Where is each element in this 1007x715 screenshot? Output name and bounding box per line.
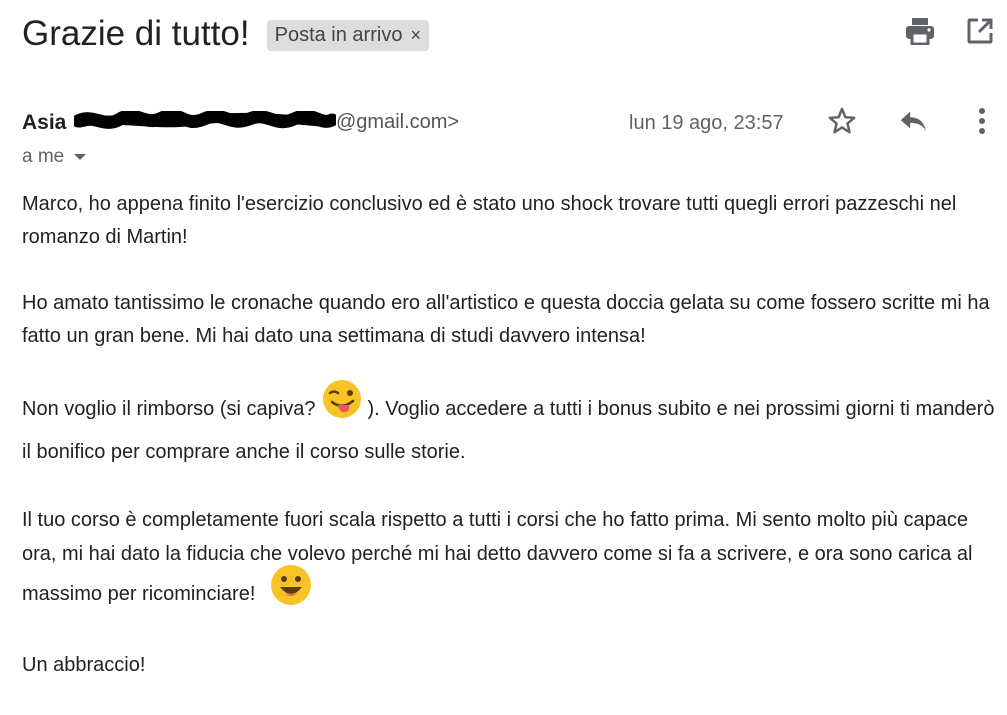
message-date: lun 19 ago, 23:57 <box>629 112 784 134</box>
label-chip-text: Posta in arrivo <box>274 23 403 46</box>
redaction-scribble <box>74 111 336 129</box>
message-paragraph-3-start: Non voglio il rimborso (si capiva? <box>22 397 316 420</box>
label-chip-inbox[interactable]: Posta in arrivo × <box>266 20 429 51</box>
message-paragraph-5: Un abbraccio! <box>22 654 146 676</box>
winking-tongue-emoji-icon <box>321 378 363 433</box>
message-paragraph-4: Il tuo corso è completamente fuori scala… <box>22 503 1007 618</box>
message-paragraph-4-text: Il tuo corso è completamente fuori scala… <box>22 509 973 605</box>
sender-row: Asia @gmail.com> lun 19 ago, 23:57 <box>22 106 1007 140</box>
message-paragraph-1: Marco, ho appena finito l'esercizio conc… <box>22 193 957 248</box>
smiling-face-emoji-icon <box>269 563 313 618</box>
email-subject: Grazie di tutto! <box>22 14 250 53</box>
sender-email: @gmail.com> <box>74 111 459 134</box>
recipient-details-toggle[interactable]: a me <box>22 146 87 168</box>
open-in-new-window-icon[interactable] <box>965 16 995 46</box>
message-paragraph-3: Non voglio il rimborso (si capiva? ). Vo… <box>22 380 1007 471</box>
star-icon[interactable] <box>827 106 857 136</box>
recipient-text: a me <box>22 146 65 167</box>
more-options-icon[interactable] <box>967 106 997 136</box>
sender-name[interactable]: Asia <box>22 111 66 135</box>
subject-row: Grazie di tutto! Posta in arrivo × <box>22 12 429 56</box>
print-icon[interactable] <box>905 16 935 46</box>
message-body: Marco, ho appena finito l'esercizio conc… <box>22 188 1007 715</box>
top-toolbar <box>905 16 995 46</box>
sender-email-suffix: @gmail.com> <box>336 111 460 133</box>
message-paragraph-2: Ho amato tantissimo le cronache quando e… <box>22 292 990 347</box>
remove-label-icon[interactable]: × <box>410 25 421 46</box>
chevron-down-icon <box>74 154 87 160</box>
reply-icon[interactable] <box>898 106 928 136</box>
